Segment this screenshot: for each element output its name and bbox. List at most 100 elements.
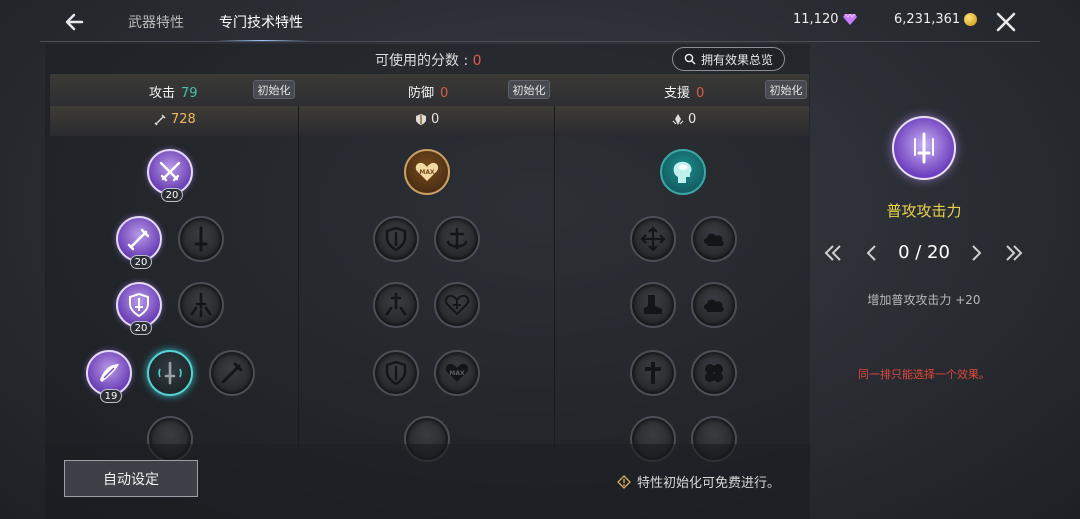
defense-reset-button[interactable]: 初始化 xyxy=(508,80,550,99)
attack-stat: 728 xyxy=(154,112,196,127)
back-arrow-icon[interactable] xyxy=(62,8,90,36)
attack-label: 攻击 xyxy=(149,86,176,101)
boot-icon xyxy=(644,295,662,314)
double-chevron-left-icon[interactable] xyxy=(823,242,843,264)
node-clover-locked[interactable] xyxy=(691,350,737,396)
node-crossed-swords[interactable]: 20 xyxy=(147,149,193,202)
defense-stat-value: 0 xyxy=(431,112,440,127)
sword-icon xyxy=(127,228,150,251)
gold-coin-icon xyxy=(964,13,978,26)
node-ground-strike-locked[interactable] xyxy=(178,282,224,328)
chevron-left-icon[interactable] xyxy=(862,242,882,264)
trait-effect: 增加普攻攻击力 +20 xyxy=(867,293,981,307)
node-selected-dagger[interactable] xyxy=(147,350,193,396)
max-label: MAX xyxy=(419,169,435,176)
node-cloud-2-locked[interactable] xyxy=(691,282,737,328)
node-shield-locked[interactable] xyxy=(373,216,419,262)
node-anchor-locked[interactable] xyxy=(434,216,480,262)
attack-stat-row: 728 xyxy=(50,106,303,136)
blade-icon xyxy=(221,362,243,384)
support-stat-row: 0 xyxy=(556,106,809,136)
shield-icon xyxy=(385,360,407,386)
support-column: 支援 0 初始化 0 xyxy=(556,74,809,444)
support-points: 0 xyxy=(696,86,705,101)
attack-stat-value: 728 xyxy=(171,112,196,127)
attack-column-header: 攻击 79 初始化 xyxy=(50,74,303,106)
shield-icon xyxy=(416,114,426,125)
node-holy-cross-locked[interactable] xyxy=(630,350,676,396)
trait-tree-panel: 可使用的分数 : 0 拥有效果总览 攻击 79 初始化 728 防御 0 初始化… xyxy=(45,44,810,462)
node-level-badge: 20 xyxy=(130,255,152,269)
support-title: 支援 0 xyxy=(664,82,704,101)
shield-sword-icon xyxy=(129,292,149,318)
support-stat-value: 0 xyxy=(688,112,697,127)
node-sword-attack[interactable]: 20 xyxy=(116,216,162,269)
support-stat: 0 xyxy=(672,112,696,127)
defense-column: 防御 0 初始化 0 xyxy=(303,74,556,444)
crossed-swords-icon xyxy=(159,161,181,182)
triple-dagger-icon xyxy=(914,132,934,164)
tab-expertise-traits[interactable]: 专门技术特性 xyxy=(219,12,303,32)
node-level-badge: 20 xyxy=(161,188,183,202)
ground-guard-icon xyxy=(385,292,407,316)
search-icon xyxy=(684,53,696,65)
anchor-icon xyxy=(446,227,468,250)
header-divider xyxy=(40,41,1040,42)
defense-points: 0 xyxy=(440,86,449,101)
node-mind[interactable] xyxy=(660,149,706,195)
bottom-bar: 自动设定 特性初始化可免费进行。 xyxy=(45,444,810,519)
gem-count: 11,120 xyxy=(793,12,839,27)
free-reset-note: 特性初始化可免费进行。 xyxy=(617,472,780,491)
chevron-right-icon[interactable] xyxy=(966,242,986,264)
column-divider xyxy=(298,106,299,446)
cloud-icon xyxy=(704,233,724,246)
node-blade-locked[interactable] xyxy=(209,350,255,396)
gold-count: 6,231,361 xyxy=(894,12,961,27)
auto-assign-button[interactable]: 自动设定 xyxy=(64,460,198,497)
node-dagger-locked[interactable] xyxy=(178,216,224,262)
close-icon[interactable] xyxy=(992,8,1020,36)
selected-trait-icon xyxy=(892,116,956,180)
cross-icon xyxy=(645,362,661,384)
available-points-label: 可使用的分数 : xyxy=(375,53,469,69)
node-max-heart-locked[interactable]: MAX xyxy=(434,350,480,396)
node-cross-arrows-locked[interactable] xyxy=(630,216,676,262)
node-boot-locked[interactable] xyxy=(630,282,676,328)
node-cloud-locked[interactable] xyxy=(691,216,737,262)
effects-summary-button[interactable]: 拥有效果总览 xyxy=(672,47,785,71)
node-level-badge: 19 xyxy=(100,389,122,403)
node-max-heart[interactable]: MAX xyxy=(404,149,450,195)
support-label: 支援 xyxy=(664,86,691,101)
available-points-row: 可使用的分数 : 0 拥有效果总览 xyxy=(45,44,810,74)
level-stepper: 0 / 20 xyxy=(810,238,1038,268)
effects-summary-label: 拥有效果总览 xyxy=(700,52,773,67)
ground-strike-icon xyxy=(190,292,212,318)
trait-level: 0 / 20 xyxy=(898,242,950,263)
column-divider xyxy=(554,106,555,446)
clover-icon xyxy=(705,364,723,382)
node-ground-guard-locked[interactable] xyxy=(373,282,419,328)
tab-weapon-traits[interactable]: 武器特性 xyxy=(128,12,184,32)
trait-name: 普攻攻击力 xyxy=(886,202,962,220)
sword-icon xyxy=(154,114,166,126)
free-reset-text: 特性初始化可免费进行。 xyxy=(637,476,781,491)
node-shield-sword[interactable]: 20 xyxy=(116,282,162,335)
heart-icon: MAX xyxy=(415,162,439,181)
max-label: MAX xyxy=(449,370,465,377)
node-heal-heart-locked[interactable] xyxy=(434,282,480,328)
defense-label: 防御 xyxy=(408,86,435,101)
double-chevron-right-icon[interactable] xyxy=(1004,242,1024,264)
attack-reset-button[interactable]: 初始化 xyxy=(253,80,295,99)
available-points-value: 0 xyxy=(472,53,482,69)
gem-icon xyxy=(842,14,857,25)
support-reset-button[interactable]: 初始化 xyxy=(765,80,807,99)
trait-detail-panel: 普攻攻击力 0 / 20 增加普攻攻击力 +20 同一排只能选择一个效果。 xyxy=(810,44,1040,519)
attack-points: 79 xyxy=(181,86,198,101)
node-shield-2-locked[interactable] xyxy=(373,350,419,396)
dagger-icon xyxy=(158,361,182,385)
node-wing-slash[interactable]: 19 xyxy=(86,350,132,403)
wing-slash-icon xyxy=(100,364,119,382)
gem-currency: 11,120 xyxy=(793,12,857,27)
defense-column-header: 防御 0 初始化 xyxy=(303,74,556,106)
defense-title: 防御 0 xyxy=(408,82,448,101)
